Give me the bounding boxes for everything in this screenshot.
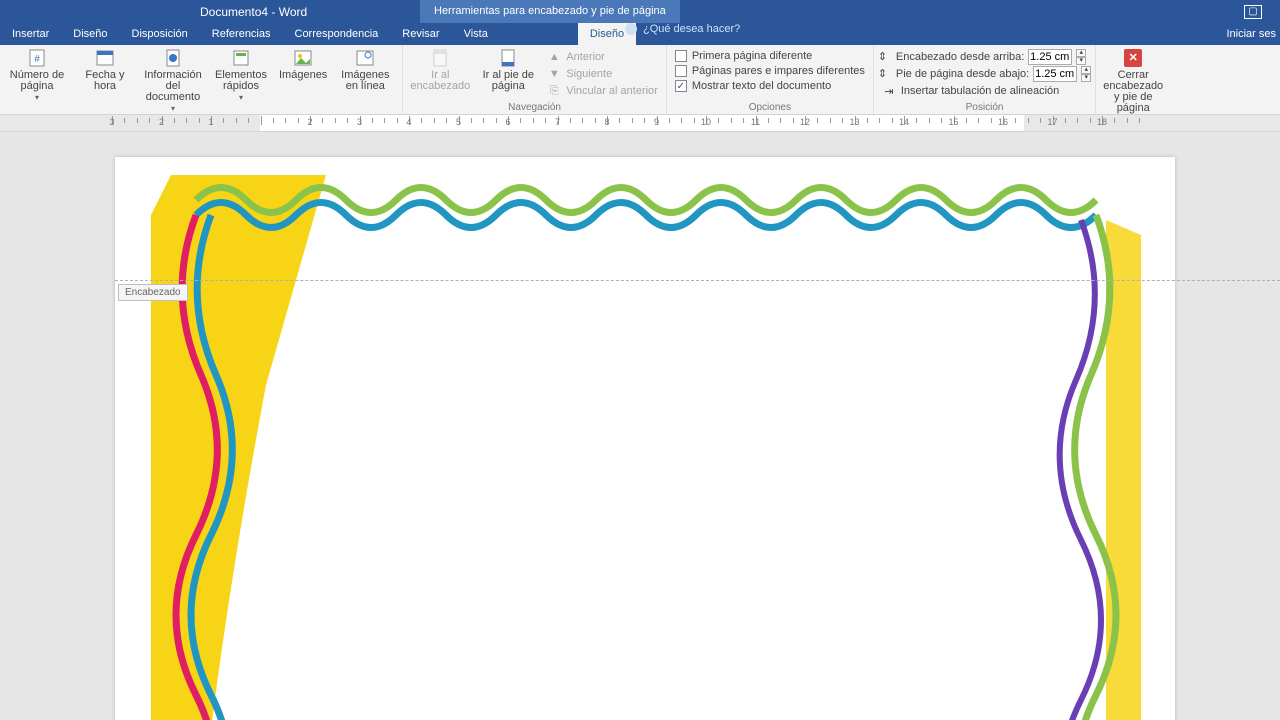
ruler-ticks: 32123456789101112131415161718 [0,115,1280,131]
images-button[interactable]: Imágenes [276,47,330,82]
group-navegacion: Ir al encabezado Ir al pie de página ▲An… [403,45,667,114]
page-number-icon: # [27,48,47,68]
link-icon: ⎘ [547,84,561,98]
tab-vista[interactable]: Vista [452,23,500,45]
date-time-button[interactable]: Fecha y hora [72,47,138,93]
tell-me-search[interactable]: ¿Qué desea hacer? [625,23,740,35]
show-document-text-checkbox[interactable]: Mostrar texto del documento [671,79,835,93]
svg-text:#: # [34,54,40,65]
tab-insertar[interactable]: Insertar [0,23,61,45]
checkbox-icon [675,50,687,62]
previous-icon: ▲ [547,50,561,64]
group-posicion: ⇕ Encabezado desde arriba: ▴▾ ⇕ Pie de p… [874,45,1096,114]
document-info-button[interactable]: Información del documento▾ [140,47,206,115]
checkbox-checked-icon [675,80,687,92]
dropdown-arrow-icon: ▾ [171,103,175,114]
insert-alignment-tab-button[interactable]: ⇥Insertar tabulación de alineación [878,83,1063,99]
sign-in-link[interactable]: Iniciar ses [1226,23,1276,45]
footer-from-bottom-input[interactable] [1033,66,1077,82]
quick-parts-button[interactable]: Elementos rápidos▾ [208,47,274,104]
title-bar: Documento4 - Word Herramientas para enca… [0,0,1280,23]
document-info-icon [163,48,183,68]
go-footer-icon [498,48,518,68]
go-to-footer-button[interactable]: Ir al pie de página [475,47,541,93]
odd-even-different-checkbox[interactable]: Páginas pares e impares diferentes [671,64,869,78]
lightbulb-icon [625,23,637,35]
dropdown-arrow-icon: ▾ [35,92,39,103]
close-icon: ✕ [1123,48,1143,68]
footer-bottom-icon: ⇕ [878,67,892,81]
group-insertar: # Número de página▾ Fecha y hora Informa… [0,45,403,114]
quick-parts-icon [231,48,251,68]
go-header-icon [430,48,450,68]
next-icon: ▼ [547,67,561,81]
document-canvas[interactable]: Encabezado [0,132,1280,720]
group-label-posicion: Posición [878,102,1091,114]
group-label-navegacion: Navegación [407,102,662,114]
header-from-top-input[interactable] [1028,49,1072,65]
online-images-button[interactable]: Imágenes en línea [332,47,398,93]
spinner-arrows[interactable]: ▴▾ [1081,66,1091,82]
group-label-opciones: Opciones [671,102,869,114]
document-title: Documento4 - Word [200,5,307,19]
first-page-different-checkbox[interactable]: Primera página diferente [671,49,816,63]
picture-icon [293,48,313,68]
header-boundary-line [115,280,1280,281]
tab-diseno[interactable]: Diseño [61,23,119,45]
tab-revisar[interactable]: Revisar [390,23,451,45]
online-picture-icon [355,48,375,68]
header-tag-label: Encabezado [118,284,188,301]
page-number-button[interactable]: # Número de página▾ [4,47,70,104]
group-opciones: Primera página diferente Páginas pares e… [667,45,874,114]
tab-correspondencia[interactable]: Correspondencia [283,23,391,45]
tell-me-placeholder: ¿Qué desea hacer? [643,23,740,35]
spinner-arrows[interactable]: ▴▾ [1076,49,1086,65]
page[interactable] [115,157,1175,720]
checkbox-icon [675,65,687,77]
previous-button: ▲Anterior [543,49,662,65]
header-from-top-spinner[interactable]: ⇕ Encabezado desde arriba: ▴▾ [878,49,1086,65]
contextual-tab-label: Herramientas para encabezado y pie de pá… [420,0,680,23]
group-cerrar: ✕ Cerrar encabezado y pie de página Cerr… [1096,45,1170,114]
ribbon: # Número de página▾ Fecha y hora Informa… [0,45,1280,115]
date-time-icon [95,48,115,68]
dropdown-arrow-icon: ▾ [239,92,243,103]
horizontal-ruler[interactable]: 32123456789101112131415161718 [0,115,1280,132]
go-to-header-button: Ir al encabezado [407,47,473,93]
footer-from-bottom-spinner[interactable]: ⇕ Pie de página desde abajo: ▴▾ [878,66,1091,82]
tab-referencias[interactable]: Referencias [200,23,283,45]
next-button: ▼Siguiente [543,66,662,82]
ribbon-tabs: Insertar Diseño Disposición Referencias … [0,23,1280,45]
link-previous-button: ⎘Vincular al anterior [543,83,662,99]
page-border-decoration [151,175,1141,720]
tab-align-icon: ⇥ [882,84,896,98]
ribbon-display-icon[interactable]: ▢ [1244,5,1262,19]
header-top-icon: ⇕ [878,50,892,64]
tab-disposicion[interactable]: Disposición [120,23,200,45]
close-header-footer-button[interactable]: ✕ Cerrar encabezado y pie de página [1100,47,1166,115]
